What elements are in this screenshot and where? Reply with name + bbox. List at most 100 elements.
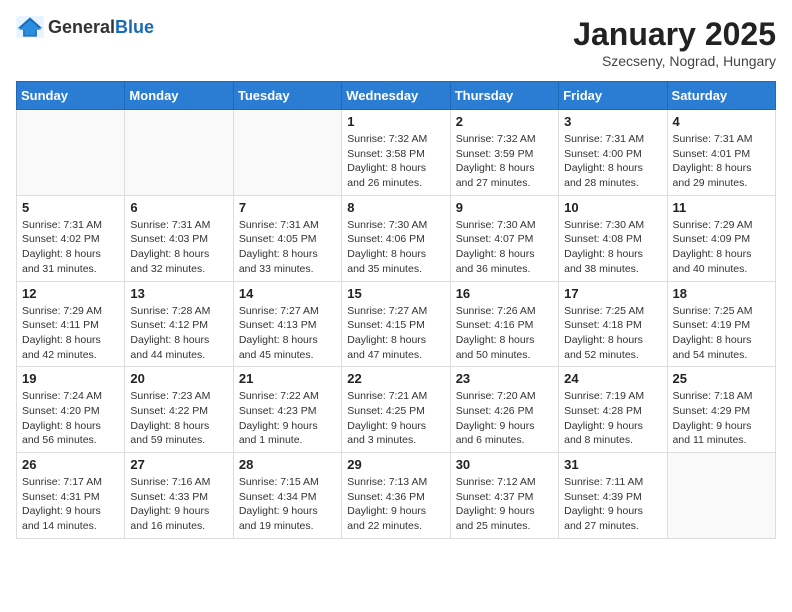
calendar-cell: 7Sunrise: 7:31 AMSunset: 4:05 PMDaylight… [233, 195, 341, 281]
day-info: Sunrise: 7:21 AMSunset: 4:25 PMDaylight:… [347, 389, 444, 448]
weekday-header-sunday: Sunday [17, 82, 125, 110]
calendar-cell: 21 Sunrise: 7:22 AMSunset: 4:23 PMDayligh… [233, 367, 341, 453]
calendar-cell: 30 Sunrise: 7:12 AMSunset: 4:37 PMDayligh… [450, 453, 558, 539]
day-number: 22 [347, 371, 444, 386]
day-info: Sunrise: 7:31 AMSunset: 4:02 PMDaylight:… [22, 218, 119, 277]
calendar-cell: 1 Sunrise: 7:32 AMSunset: 3:58 PMDaylight… [342, 110, 450, 196]
day-number: 11 [673, 200, 770, 215]
day-info: Sunrise: 7:17 AMSunset: 4:31 PMDaylight:… [22, 475, 119, 534]
day-number: 18 [673, 286, 770, 301]
day-info: Sunrise: 7:31 AMSunset: 4:05 PMDaylight:… [239, 218, 336, 277]
logo-icon [16, 16, 44, 38]
day-info: Sunrise: 7:22 AMSunset: 4:23 PMDaylight:… [239, 389, 336, 448]
day-number: 6 [130, 200, 227, 215]
calendar-cell: 11 Sunrise: 7:29 AMSunset: 4:09 PMDayligh… [667, 195, 775, 281]
day-info: Sunrise: 7:31 AMSunset: 4:03 PMDaylight:… [130, 218, 227, 277]
day-info: Sunrise: 7:25 AMSunset: 4:18 PMDaylight:… [564, 304, 661, 363]
day-info: Sunrise: 7:11 AMSunset: 4:39 PMDaylight:… [564, 475, 661, 534]
title-block: January 2025 Szecseny, Nograd, Hungary [573, 16, 776, 69]
calendar-cell: 9 Sunrise: 7:30 AMSunset: 4:07 PMDaylight… [450, 195, 558, 281]
calendar-cell: 29 Sunrise: 7:13 AMSunset: 4:36 PMDayligh… [342, 453, 450, 539]
day-info: Sunrise: 7:29 AMSunset: 4:09 PMDaylight:… [673, 218, 770, 277]
weekday-header-monday: Monday [125, 82, 233, 110]
calendar-cell: 3 Sunrise: 7:31 AMSunset: 4:00 PMDaylight… [559, 110, 667, 196]
day-info: Sunrise: 7:27 AMSunset: 4:15 PMDaylight:… [347, 304, 444, 363]
calendar-cell: 17 Sunrise: 7:25 AMSunset: 4:18 PMDayligh… [559, 281, 667, 367]
day-info: Sunrise: 7:30 AMSunset: 4:08 PMDaylight:… [564, 218, 661, 277]
day-number: 21 [239, 371, 336, 386]
calendar-cell: 12Sunrise: 7:29 AMSunset: 4:11 PMDayligh… [17, 281, 125, 367]
calendar-cell: 27Sunrise: 7:16 AMSunset: 4:33 PMDayligh… [125, 453, 233, 539]
logo-blue: Blue [115, 17, 154, 37]
day-number: 17 [564, 286, 661, 301]
calendar-cell: 14Sunrise: 7:27 AMSunset: 4:13 PMDayligh… [233, 281, 341, 367]
day-info: Sunrise: 7:26 AMSunset: 4:16 PMDaylight:… [456, 304, 553, 363]
day-info: Sunrise: 7:15 AMSunset: 4:34 PMDaylight:… [239, 475, 336, 534]
calendar-cell: 16 Sunrise: 7:26 AMSunset: 4:16 PMDayligh… [450, 281, 558, 367]
calendar-cell: 5Sunrise: 7:31 AMSunset: 4:02 PMDaylight… [17, 195, 125, 281]
day-info: Sunrise: 7:27 AMSunset: 4:13 PMDaylight:… [239, 304, 336, 363]
day-info: Sunrise: 7:31 AMSunset: 4:01 PMDaylight:… [673, 132, 770, 191]
calendar-cell: 20Sunrise: 7:23 AMSunset: 4:22 PMDayligh… [125, 367, 233, 453]
day-number: 28 [239, 457, 336, 472]
day-number: 24 [564, 371, 661, 386]
week-row-3: 12Sunrise: 7:29 AMSunset: 4:11 PMDayligh… [17, 281, 776, 367]
weekday-header-friday: Friday [559, 82, 667, 110]
weekday-header-row: SundayMondayTuesdayWednesdayThursdayFrid… [17, 82, 776, 110]
day-number: 3 [564, 114, 661, 129]
calendar-cell: 10 Sunrise: 7:30 AMSunset: 4:08 PMDayligh… [559, 195, 667, 281]
calendar-cell [233, 110, 341, 196]
day-number: 29 [347, 457, 444, 472]
day-info: Sunrise: 7:24 AMSunset: 4:20 PMDaylight:… [22, 389, 119, 448]
day-info: Sunrise: 7:25 AMSunset: 4:19 PMDaylight:… [673, 304, 770, 363]
day-number: 31 [564, 457, 661, 472]
day-number: 12 [22, 286, 119, 301]
day-number: 16 [456, 286, 553, 301]
day-number: 26 [22, 457, 119, 472]
day-number: 19 [22, 371, 119, 386]
day-info: Sunrise: 7:30 AMSunset: 4:06 PMDaylight:… [347, 218, 444, 277]
day-number: 15 [347, 286, 444, 301]
page-header: GeneralBlue January 2025 Szecseny, Nogra… [16, 16, 776, 69]
calendar-table: SundayMondayTuesdayWednesdayThursdayFrid… [16, 81, 776, 539]
day-info: Sunrise: 7:12 AMSunset: 4:37 PMDaylight:… [456, 475, 553, 534]
calendar-cell: 8Sunrise: 7:30 AMSunset: 4:06 PMDaylight… [342, 195, 450, 281]
calendar-cell: 18 Sunrise: 7:25 AMSunset: 4:19 PMDayligh… [667, 281, 775, 367]
logo: GeneralBlue [16, 16, 154, 38]
week-row-1: 1 Sunrise: 7:32 AMSunset: 3:58 PMDaylight… [17, 110, 776, 196]
month-title: January 2025 [573, 16, 776, 53]
day-number: 25 [673, 371, 770, 386]
day-number: 9 [456, 200, 553, 215]
day-info: Sunrise: 7:19 AMSunset: 4:28 PMDaylight:… [564, 389, 661, 448]
location-title: Szecseny, Nograd, Hungary [573, 53, 776, 69]
day-info: Sunrise: 7:30 AMSunset: 4:07 PMDaylight:… [456, 218, 553, 277]
weekday-header-wednesday: Wednesday [342, 82, 450, 110]
calendar-cell: 31 Sunrise: 7:11 AMSunset: 4:39 PMDayligh… [559, 453, 667, 539]
weekday-header-thursday: Thursday [450, 82, 558, 110]
calendar-cell [667, 453, 775, 539]
logo-general: General [48, 17, 115, 37]
day-info: Sunrise: 7:32 AMSunset: 3:59 PMDaylight:… [456, 132, 553, 191]
day-number: 10 [564, 200, 661, 215]
week-row-4: 19 Sunrise: 7:24 AMSunset: 4:20 PMDayligh… [17, 367, 776, 453]
day-number: 30 [456, 457, 553, 472]
calendar-cell: 24 Sunrise: 7:19 AMSunset: 4:28 PMDayligh… [559, 367, 667, 453]
calendar-cell: 19 Sunrise: 7:24 AMSunset: 4:20 PMDayligh… [17, 367, 125, 453]
calendar-cell: 26 Sunrise: 7:17 AMSunset: 4:31 PMDayligh… [17, 453, 125, 539]
calendar-cell: 2Sunrise: 7:32 AMSunset: 3:59 PMDaylight… [450, 110, 558, 196]
calendar-cell: 6 Sunrise: 7:31 AMSunset: 4:03 PMDaylight… [125, 195, 233, 281]
day-number: 4 [673, 114, 770, 129]
logo-text: GeneralBlue [48, 17, 154, 38]
day-number: 23 [456, 371, 553, 386]
day-info: Sunrise: 7:31 AMSunset: 4:00 PMDaylight:… [564, 132, 661, 191]
day-info: Sunrise: 7:23 AMSunset: 4:22 PMDaylight:… [130, 389, 227, 448]
day-info: Sunrise: 7:32 AMSunset: 3:58 PMDaylight:… [347, 132, 444, 191]
calendar-cell [125, 110, 233, 196]
calendar-cell: 4 Sunrise: 7:31 AMSunset: 4:01 PMDaylight… [667, 110, 775, 196]
day-number: 1 [347, 114, 444, 129]
day-info: Sunrise: 7:20 AMSunset: 4:26 PMDaylight:… [456, 389, 553, 448]
calendar-cell: 13Sunrise: 7:28 AMSunset: 4:12 PMDayligh… [125, 281, 233, 367]
weekday-header-tuesday: Tuesday [233, 82, 341, 110]
day-info: Sunrise: 7:13 AMSunset: 4:36 PMDaylight:… [347, 475, 444, 534]
calendar-cell: 22 Sunrise: 7:21 AMSunset: 4:25 PMDayligh… [342, 367, 450, 453]
